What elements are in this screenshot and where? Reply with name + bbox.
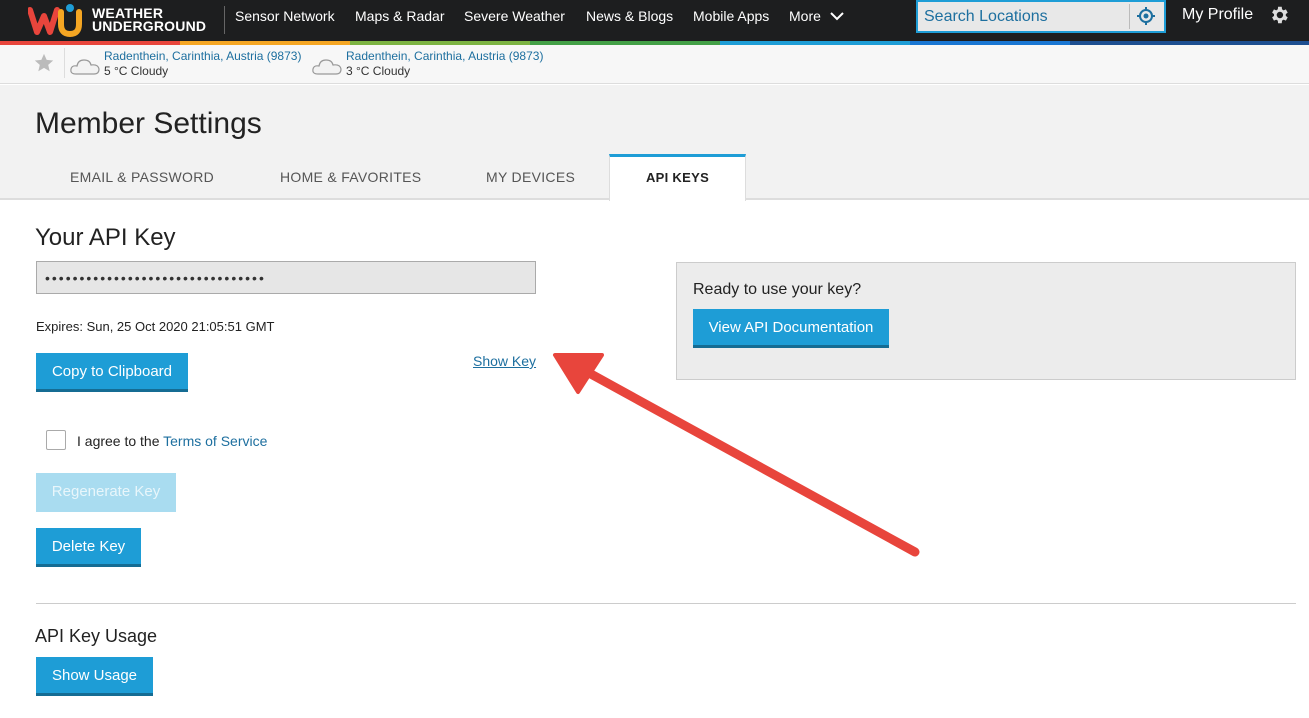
nav-news-blogs[interactable]: News & Blogs: [586, 8, 673, 24]
view-api-documentation-button[interactable]: View API Documentation: [693, 309, 889, 348]
favorites-divider: [64, 48, 65, 78]
wu-logo-icon: [27, 4, 82, 38]
locate-me-icon[interactable]: [1136, 6, 1156, 26]
weather-underground-logo[interactable]: WEATHER UNDERGROUND: [27, 2, 208, 38]
settings-header: Member Settings EMAIL & PASSWORD HOME & …: [0, 85, 1309, 201]
favorites-bar: Radenthein, Carinthia, Austria (9873) 5 …: [0, 45, 1309, 84]
gear-icon[interactable]: [1268, 4, 1290, 26]
my-profile-link[interactable]: My Profile: [1182, 6, 1253, 24]
tab-api-keys[interactable]: API KEYS: [609, 154, 746, 201]
chevron-down-icon[interactable]: [830, 9, 844, 23]
regenerate-key-button[interactable]: Regenerate Key: [36, 473, 176, 512]
nav-more[interactable]: More: [789, 8, 821, 24]
key-expiry-text: Expires: Sun, 25 Oct 2020 21:05:51 GMT: [36, 319, 275, 334]
logo-text: WEATHER UNDERGROUND: [92, 6, 207, 34]
tab-my-devices[interactable]: MY DEVICES: [486, 169, 575, 185]
nav-maps-radar[interactable]: Maps & Radar: [355, 8, 444, 24]
search-input[interactable]: [918, 2, 1130, 31]
tab-email-password[interactable]: EMAIL & PASSWORD: [70, 169, 214, 185]
cloud-icon: [70, 59, 100, 75]
terms-agreement-prefix: I agree to the: [77, 433, 164, 449]
api-key-usage-title: API Key Usage: [35, 626, 158, 646]
delete-key-button[interactable]: Delete Key: [36, 528, 141, 567]
tab-home-favorites[interactable]: HOME & FAVORITES: [280, 169, 421, 185]
favorite-location-weather: 5 °C Cloudy: [104, 64, 169, 78]
panel-question: Ready to use your key?: [693, 281, 862, 298]
nav-mobile-apps[interactable]: Mobile Apps: [693, 8, 769, 24]
show-usage-button[interactable]: Show Usage: [36, 657, 153, 696]
terms-checkbox[interactable]: [46, 430, 66, 450]
tab-api-keys-label: API KEYS: [645, 170, 710, 185]
logo-line-2: UNDERGROUND: [92, 18, 207, 34]
nav-severe-weather[interactable]: Severe Weather: [464, 8, 565, 24]
nav-divider: [224, 6, 225, 34]
favorite-location-weather: 3 °C Cloudy: [346, 64, 411, 78]
search-divider: [1129, 4, 1130, 29]
nav-sensor-network[interactable]: Sensor Network: [235, 8, 335, 24]
terms-agreement-label: I agree to the Terms of Service: [77, 433, 267, 449]
documentation-panel: Ready to use your key? View API Document…: [676, 262, 1296, 380]
page-title: Member Settings: [35, 107, 262, 140]
favorite-location-name: Radenthein, Carinthia, Austria (9873): [346, 49, 544, 63]
copy-to-clipboard-button[interactable]: Copy to Clipboard: [36, 353, 188, 392]
api-key-field[interactable]: [36, 261, 536, 294]
top-navigation: WEATHER UNDERGROUND Sensor Network Maps …: [0, 0, 1309, 41]
terms-of-service-link[interactable]: Terms of Service: [163, 433, 267, 449]
api-key-section-title: Your API Key: [35, 224, 176, 251]
section-divider: [36, 603, 1296, 604]
star-icon[interactable]: [33, 52, 55, 74]
search-box: [916, 0, 1166, 33]
cloud-icon: [312, 59, 342, 75]
show-key-link[interactable]: Show Key: [473, 353, 536, 369]
favorite-location-name: Radenthein, Carinthia, Austria (9873): [104, 49, 302, 63]
